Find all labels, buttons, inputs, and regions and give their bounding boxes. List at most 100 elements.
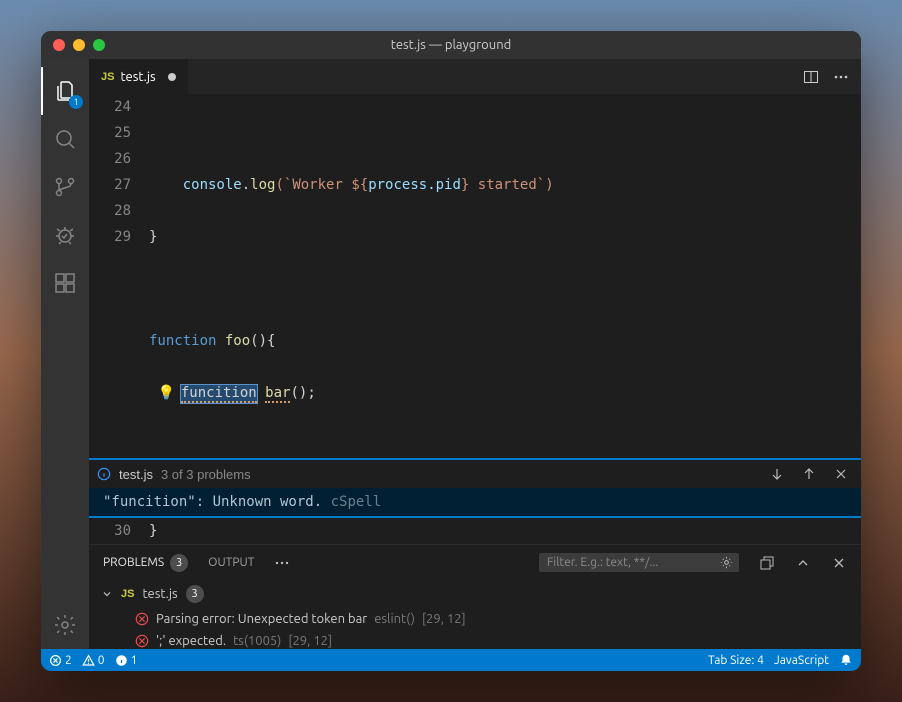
window-controls: [53, 39, 105, 51]
js-file-icon: JS: [121, 588, 134, 600]
code-editor-continued[interactable]: 30 }: [89, 518, 861, 544]
collapse-all-button[interactable]: [759, 555, 775, 571]
editor-tabs: JS test.js: [89, 59, 861, 94]
peek-file: test.js: [119, 467, 153, 482]
peek-prev-button[interactable]: [797, 464, 821, 484]
lightbulb-icon[interactable]: 💡: [157, 385, 174, 401]
activity-explorer[interactable]: 1: [41, 67, 89, 115]
problems-tree: JS test.js 3 Parsing error: Unexpected t…: [89, 580, 861, 649]
split-editor-button[interactable]: [803, 69, 819, 85]
bell-icon: [839, 653, 853, 667]
branch-icon: [53, 175, 77, 199]
editor-tab-testjs[interactable]: JS test.js: [89, 59, 189, 94]
line-number: 26: [89, 146, 131, 172]
close-window-button[interactable]: [53, 39, 65, 51]
editor-more-button[interactable]: [833, 69, 849, 85]
arrow-up-icon: [801, 466, 817, 482]
code-editor[interactable]: 24 25 26 27 28 29 console.log(`Worker ${…: [89, 94, 861, 458]
problem-location: [29, 12]: [422, 612, 466, 626]
status-notifications[interactable]: [839, 653, 853, 667]
activity-source-control[interactable]: [41, 163, 89, 211]
file-problem-count: 3: [186, 585, 204, 603]
info-icon: [115, 654, 128, 667]
panel-tab-output[interactable]: OUTPUT: [208, 556, 254, 569]
error-icon: [135, 634, 149, 648]
error-icon: [49, 654, 62, 667]
code-line: console.log(`Worker ${process.pid} start…: [149, 172, 861, 198]
peek-next-button[interactable]: [765, 464, 789, 484]
status-bar: 2 0 1 Tab Size: 4 JavaScript: [41, 649, 861, 671]
tab-label: PROBLEMS: [103, 556, 164, 569]
collapse-icon: [759, 555, 775, 571]
ellipsis-icon: [274, 555, 290, 571]
status-tabsize[interactable]: Tab Size: 4: [708, 654, 764, 667]
line-gutter: 24 25 26 27 28 29: [89, 94, 149, 458]
status-infos[interactable]: 1: [115, 654, 138, 667]
js-file-icon: JS: [101, 71, 114, 83]
panel-tabs: PROBLEMS 3 OUTPUT Filter. E.g.: text, **…: [89, 545, 861, 580]
panel-maximize-button[interactable]: [795, 555, 811, 571]
selected-word: funcition: [181, 385, 257, 403]
minimize-window-button[interactable]: [73, 39, 85, 51]
warning-icon: [82, 654, 95, 667]
code-line: function foo(){: [149, 328, 861, 354]
maximize-window-button[interactable]: [93, 39, 105, 51]
peek-count: 3 of 3 problems: [161, 467, 251, 482]
problems-peek: test.js 3 of 3 problems "funcition": Unk…: [89, 458, 861, 518]
peek-message: "funcition": Unknown word. cSpell: [89, 488, 861, 516]
problem-row[interactable]: Parsing error: Unexpected token bar esli…: [89, 608, 861, 630]
close-icon: [833, 466, 849, 482]
arrow-down-icon: [769, 466, 785, 482]
ellipsis-icon: [833, 69, 849, 85]
line-number: 29: [89, 224, 131, 250]
bug-icon: [53, 223, 77, 247]
split-icon: [803, 69, 819, 85]
code-line: 💡funcition bar();: [149, 380, 861, 406]
peek-close-button[interactable]: [829, 464, 853, 484]
problems-count-badge: 3: [170, 554, 188, 572]
tab-label: test.js: [120, 70, 155, 84]
status-errors[interactable]: 2: [49, 654, 72, 667]
code-line: [149, 276, 861, 302]
editor-area: JS test.js 24 25: [89, 59, 861, 649]
code-line: }: [149, 518, 861, 544]
chevron-down-icon: [101, 588, 113, 600]
tab-label: OUTPUT: [208, 556, 254, 569]
window-title: test.js — playground: [41, 38, 861, 52]
filter-placeholder: Filter. E.g.: text, **/...: [547, 556, 658, 569]
workbench: 1 JS test.js: [41, 59, 861, 649]
status-language[interactable]: JavaScript: [774, 654, 829, 667]
chevron-up-icon: [795, 555, 811, 571]
activity-search[interactable]: [41, 115, 89, 163]
gear-icon: [53, 613, 77, 637]
file-name: test.js: [142, 587, 177, 601]
peek-header: test.js 3 of 3 problems: [89, 460, 861, 488]
line-number: 24: [89, 94, 131, 120]
line-number: 30: [89, 518, 131, 544]
panel-tab-problems[interactable]: PROBLEMS 3: [103, 554, 188, 572]
code-content[interactable]: console.log(`Worker ${process.pid} start…: [149, 94, 861, 458]
activity-extensions[interactable]: [41, 259, 89, 307]
activity-settings[interactable]: [41, 601, 89, 649]
problems-file-row[interactable]: JS test.js 3: [89, 580, 861, 608]
problem-message: Parsing error: Unexpected token bar: [156, 612, 367, 626]
panel-more-tabs[interactable]: [274, 555, 290, 571]
code-line: [149, 120, 861, 146]
line-number: 27: [89, 172, 131, 198]
status-warnings[interactable]: 0: [82, 654, 105, 667]
problems-filter-input[interactable]: Filter. E.g.: text, **/...: [539, 553, 739, 572]
dirty-indicator: [168, 73, 176, 81]
activity-debug[interactable]: [41, 211, 89, 259]
filter-settings-icon[interactable]: [720, 556, 733, 569]
line-number: 28: [89, 198, 131, 224]
problem-message: ';' expected.: [156, 634, 226, 648]
problem-row[interactable]: ';' expected. ts(1005) [29, 12]: [89, 630, 861, 649]
bottom-panel: PROBLEMS 3 OUTPUT Filter. E.g.: text, **…: [89, 544, 861, 649]
titlebar: test.js — playground: [41, 31, 861, 59]
panel-close-button[interactable]: [831, 555, 847, 571]
vscode-window: test.js — playground 1: [41, 31, 861, 671]
explorer-badge: 1: [69, 95, 83, 109]
search-icon: [53, 127, 77, 151]
line-number: 25: [89, 120, 131, 146]
error-icon: [135, 612, 149, 626]
